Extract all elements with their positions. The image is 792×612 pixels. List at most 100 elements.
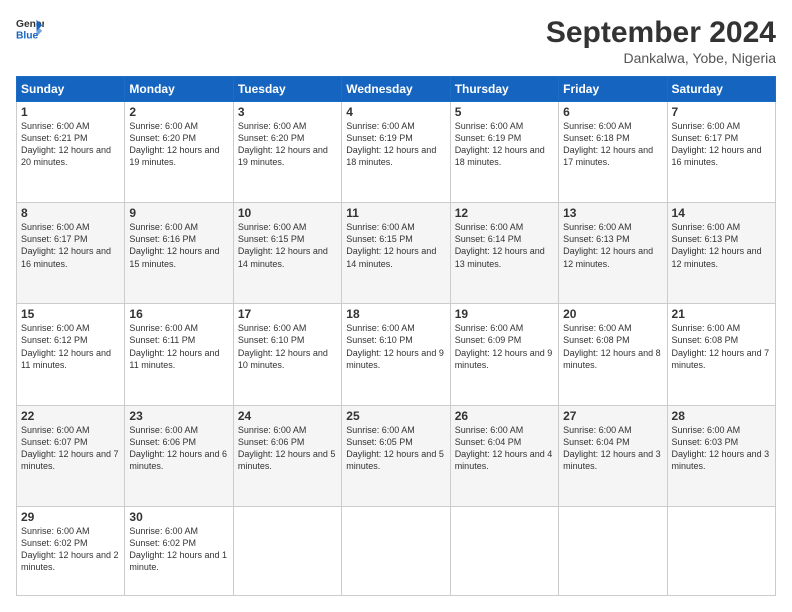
- day-info: Sunrise: 6:00 AMSunset: 6:06 PMDaylight:…: [238, 424, 337, 473]
- calendar-table: SundayMondayTuesdayWednesdayThursdayFrid…: [16, 76, 776, 596]
- calendar-cell: 5Sunrise: 6:00 AMSunset: 6:19 PMDaylight…: [450, 102, 558, 203]
- calendar-cell: 27Sunrise: 6:00 AMSunset: 6:04 PMDayligh…: [559, 405, 667, 506]
- day-number: 10: [238, 206, 337, 220]
- day-number: 25: [346, 409, 445, 423]
- day-info: Sunrise: 6:00 AMSunset: 6:08 PMDaylight:…: [563, 322, 662, 371]
- day-info: Sunrise: 6:00 AMSunset: 6:08 PMDaylight:…: [672, 322, 771, 371]
- day-number: 28: [672, 409, 771, 423]
- day-number: 5: [455, 105, 554, 119]
- calendar-cell: 3Sunrise: 6:00 AMSunset: 6:20 PMDaylight…: [233, 102, 341, 203]
- day-number: 15: [21, 307, 120, 321]
- day-number: 18: [346, 307, 445, 321]
- day-info: Sunrise: 6:00 AMSunset: 6:19 PMDaylight:…: [346, 120, 445, 169]
- day-number: 6: [563, 105, 662, 119]
- calendar-cell: [559, 506, 667, 595]
- title-block: September 2024 Dankalwa, Yobe, Nigeria: [546, 16, 776, 66]
- day-info: Sunrise: 6:00 AMSunset: 6:13 PMDaylight:…: [672, 221, 771, 270]
- day-info: Sunrise: 6:00 AMSunset: 6:02 PMDaylight:…: [129, 525, 228, 574]
- day-header-wednesday: Wednesday: [342, 77, 450, 102]
- location: Dankalwa, Yobe, Nigeria: [546, 50, 776, 66]
- day-number: 2: [129, 105, 228, 119]
- day-number: 8: [21, 206, 120, 220]
- header: General Blue September 2024 Dankalwa, Yo…: [16, 16, 776, 66]
- day-number: 12: [455, 206, 554, 220]
- day-info: Sunrise: 6:00 AMSunset: 6:16 PMDaylight:…: [129, 221, 228, 270]
- day-info: Sunrise: 6:00 AMSunset: 6:07 PMDaylight:…: [21, 424, 120, 473]
- svg-text:Blue: Blue: [16, 30, 39, 41]
- day-number: 23: [129, 409, 228, 423]
- calendar-cell: 22Sunrise: 6:00 AMSunset: 6:07 PMDayligh…: [17, 405, 125, 506]
- day-info: Sunrise: 6:00 AMSunset: 6:18 PMDaylight:…: [563, 120, 662, 169]
- calendar-cell: 10Sunrise: 6:00 AMSunset: 6:15 PMDayligh…: [233, 203, 341, 304]
- day-info: Sunrise: 6:00 AMSunset: 6:21 PMDaylight:…: [21, 120, 120, 169]
- calendar-cell: 6Sunrise: 6:00 AMSunset: 6:18 PMDaylight…: [559, 102, 667, 203]
- calendar-cell: 29Sunrise: 6:00 AMSunset: 6:02 PMDayligh…: [17, 506, 125, 595]
- day-number: 14: [672, 206, 771, 220]
- logo-icon: General Blue: [16, 16, 44, 44]
- calendar-cell: [342, 506, 450, 595]
- day-number: 1: [21, 105, 120, 119]
- calendar-cell: 21Sunrise: 6:00 AMSunset: 6:08 PMDayligh…: [667, 304, 775, 405]
- day-info: Sunrise: 6:00 AMSunset: 6:06 PMDaylight:…: [129, 424, 228, 473]
- day-number: 3: [238, 105, 337, 119]
- calendar-cell: 4Sunrise: 6:00 AMSunset: 6:19 PMDaylight…: [342, 102, 450, 203]
- day-header-monday: Monday: [125, 77, 233, 102]
- month-year: September 2024: [546, 16, 776, 50]
- day-info: Sunrise: 6:00 AMSunset: 6:19 PMDaylight:…: [455, 120, 554, 169]
- day-info: Sunrise: 6:00 AMSunset: 6:10 PMDaylight:…: [346, 322, 445, 371]
- day-number: 24: [238, 409, 337, 423]
- day-info: Sunrise: 6:00 AMSunset: 6:15 PMDaylight:…: [346, 221, 445, 270]
- day-number: 29: [21, 510, 120, 524]
- day-number: 22: [21, 409, 120, 423]
- calendar-cell: 18Sunrise: 6:00 AMSunset: 6:10 PMDayligh…: [342, 304, 450, 405]
- day-number: 26: [455, 409, 554, 423]
- day-info: Sunrise: 6:00 AMSunset: 6:12 PMDaylight:…: [21, 322, 120, 371]
- day-header-tuesday: Tuesday: [233, 77, 341, 102]
- day-info: Sunrise: 6:00 AMSunset: 6:17 PMDaylight:…: [21, 221, 120, 270]
- day-info: Sunrise: 6:00 AMSunset: 6:20 PMDaylight:…: [129, 120, 228, 169]
- calendar-cell: 23Sunrise: 6:00 AMSunset: 6:06 PMDayligh…: [125, 405, 233, 506]
- day-info: Sunrise: 6:00 AMSunset: 6:13 PMDaylight:…: [563, 221, 662, 270]
- calendar-cell: 2Sunrise: 6:00 AMSunset: 6:20 PMDaylight…: [125, 102, 233, 203]
- calendar-cell: [450, 506, 558, 595]
- calendar-cell: 16Sunrise: 6:00 AMSunset: 6:11 PMDayligh…: [125, 304, 233, 405]
- calendar-cell: 9Sunrise: 6:00 AMSunset: 6:16 PMDaylight…: [125, 203, 233, 304]
- day-header-saturday: Saturday: [667, 77, 775, 102]
- day-number: 4: [346, 105, 445, 119]
- day-info: Sunrise: 6:00 AMSunset: 6:20 PMDaylight:…: [238, 120, 337, 169]
- calendar-cell: 30Sunrise: 6:00 AMSunset: 6:02 PMDayligh…: [125, 506, 233, 595]
- calendar-cell: 7Sunrise: 6:00 AMSunset: 6:17 PMDaylight…: [667, 102, 775, 203]
- day-info: Sunrise: 6:00 AMSunset: 6:04 PMDaylight:…: [455, 424, 554, 473]
- day-number: 19: [455, 307, 554, 321]
- calendar-cell: 24Sunrise: 6:00 AMSunset: 6:06 PMDayligh…: [233, 405, 341, 506]
- calendar-cell: [233, 506, 341, 595]
- day-number: 13: [563, 206, 662, 220]
- day-number: 16: [129, 307, 228, 321]
- calendar-cell: 1Sunrise: 6:00 AMSunset: 6:21 PMDaylight…: [17, 102, 125, 203]
- calendar-cell: 8Sunrise: 6:00 AMSunset: 6:17 PMDaylight…: [17, 203, 125, 304]
- day-info: Sunrise: 6:00 AMSunset: 6:17 PMDaylight:…: [672, 120, 771, 169]
- day-number: 21: [672, 307, 771, 321]
- calendar-cell: 20Sunrise: 6:00 AMSunset: 6:08 PMDayligh…: [559, 304, 667, 405]
- day-info: Sunrise: 6:00 AMSunset: 6:03 PMDaylight:…: [672, 424, 771, 473]
- calendar-cell: 15Sunrise: 6:00 AMSunset: 6:12 PMDayligh…: [17, 304, 125, 405]
- calendar-cell: 11Sunrise: 6:00 AMSunset: 6:15 PMDayligh…: [342, 203, 450, 304]
- day-number: 7: [672, 105, 771, 119]
- day-number: 11: [346, 206, 445, 220]
- calendar-cell: [667, 506, 775, 595]
- day-number: 27: [563, 409, 662, 423]
- calendar-cell: 28Sunrise: 6:00 AMSunset: 6:03 PMDayligh…: [667, 405, 775, 506]
- calendar-cell: 13Sunrise: 6:00 AMSunset: 6:13 PMDayligh…: [559, 203, 667, 304]
- day-info: Sunrise: 6:00 AMSunset: 6:10 PMDaylight:…: [238, 322, 337, 371]
- day-number: 20: [563, 307, 662, 321]
- calendar-cell: 19Sunrise: 6:00 AMSunset: 6:09 PMDayligh…: [450, 304, 558, 405]
- calendar-cell: 26Sunrise: 6:00 AMSunset: 6:04 PMDayligh…: [450, 405, 558, 506]
- day-number: 17: [238, 307, 337, 321]
- day-info: Sunrise: 6:00 AMSunset: 6:11 PMDaylight:…: [129, 322, 228, 371]
- day-header-sunday: Sunday: [17, 77, 125, 102]
- day-number: 30: [129, 510, 228, 524]
- day-info: Sunrise: 6:00 AMSunset: 6:09 PMDaylight:…: [455, 322, 554, 371]
- day-header-thursday: Thursday: [450, 77, 558, 102]
- page: General Blue September 2024 Dankalwa, Yo…: [0, 0, 792, 612]
- day-info: Sunrise: 6:00 AMSunset: 6:02 PMDaylight:…: [21, 525, 120, 574]
